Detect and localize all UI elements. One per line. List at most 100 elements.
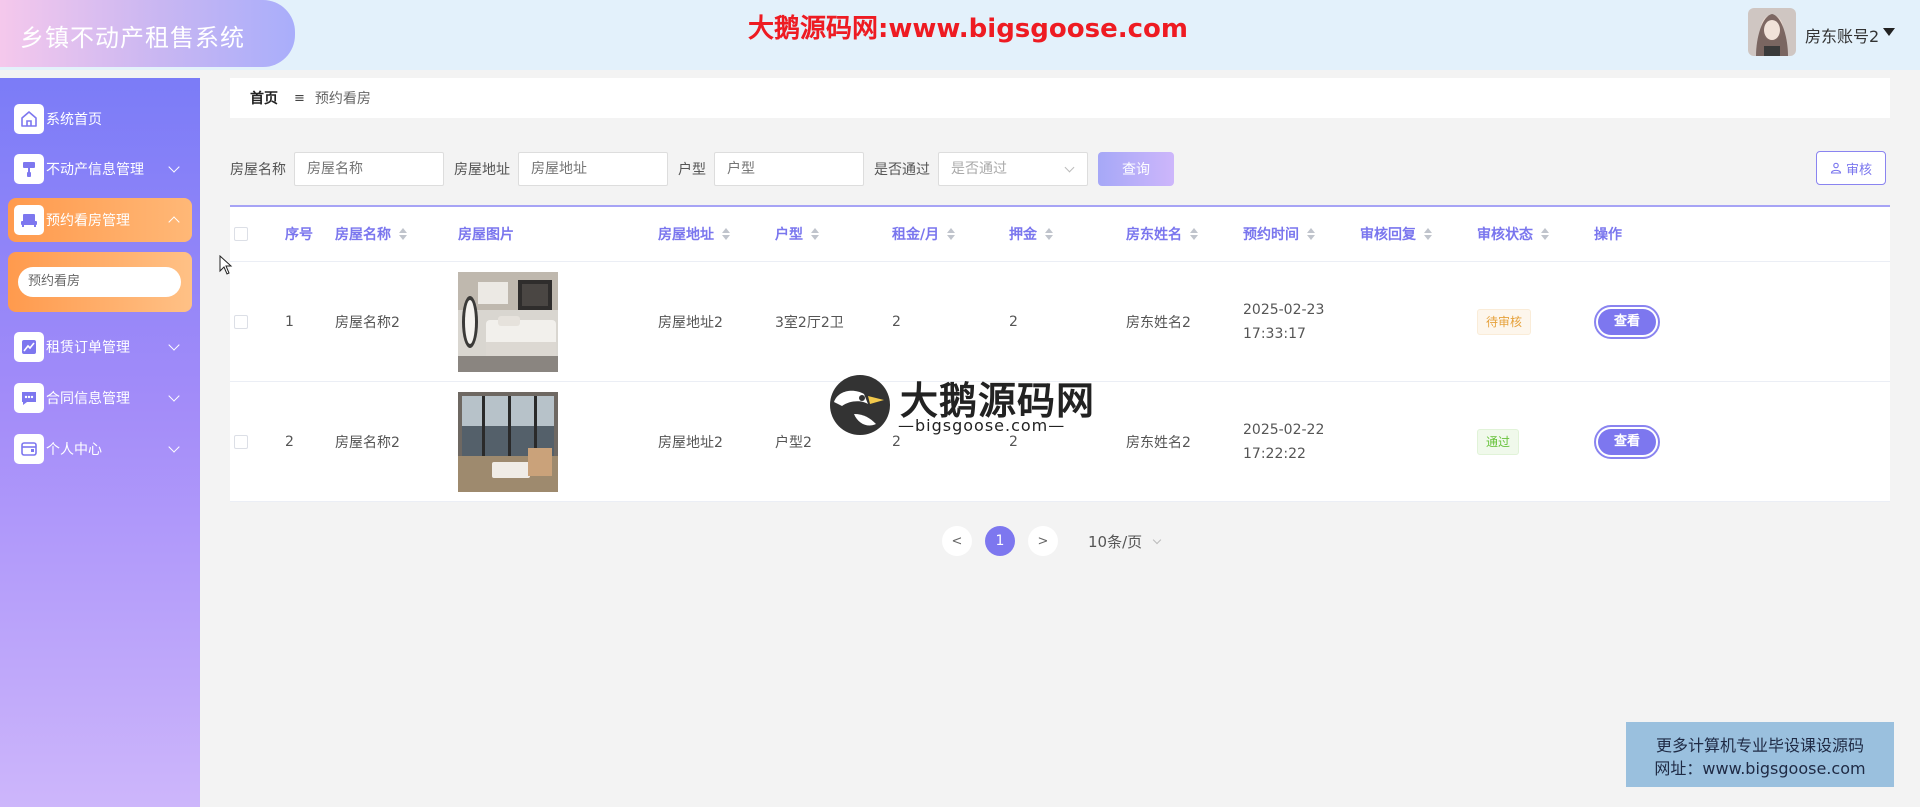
cell-rent: 2: [892, 313, 901, 330]
prev-page-button[interactable]: <: [942, 526, 972, 556]
filter-bar: 房屋名称 房屋地址 户型 是否通过 是否通过 查询: [230, 151, 1174, 187]
column-header-deposit[interactable]: 押金: [1009, 207, 1053, 261]
sidebar-item-home[interactable]: 系统首页: [8, 97, 192, 141]
view-button-label: 查看: [1598, 308, 1656, 335]
table-row: 1 房屋名称2 房屋地址2 3室2厅2卫 2 2 房东姓名2 2025-02-2…: [230, 262, 1890, 382]
chevron-down-icon: [168, 161, 180, 173]
column-header-image: 房屋图片: [458, 227, 514, 243]
select-all-checkbox[interactable]: [234, 227, 248, 241]
chart-icon: [14, 332, 44, 362]
sort-icon: [399, 228, 407, 240]
view-button[interactable]: 查看: [1594, 424, 1660, 459]
house-thumbnail[interactable]: [458, 271, 558, 372]
pagination: < 1 > 10条/页: [942, 526, 1162, 556]
breadcrumb-current: 预约看房: [314, 91, 371, 107]
column-header-index: 序号: [285, 227, 313, 243]
sidebar-item-label: 系统首页: [46, 112, 102, 128]
filter-label-house-name: 房屋名称: [230, 162, 286, 178]
cell-address: 房屋地址2: [658, 314, 723, 331]
house-type-input[interactable]: [714, 152, 864, 186]
watermark-subtitle: —bigsgoose.com—: [898, 416, 1066, 435]
avatar[interactable]: [1748, 8, 1796, 56]
user-name[interactable]: 房东账号2: [1805, 23, 1879, 47]
sort-icon: [1190, 228, 1198, 240]
column-header-reply[interactable]: 审核回复: [1360, 207, 1432, 261]
cell-deposit: 2: [1009, 313, 1018, 330]
column-header-status[interactable]: 审核状态: [1477, 207, 1549, 261]
column-header-type[interactable]: 户型: [775, 207, 819, 261]
column-header-time[interactable]: 预约时间: [1243, 207, 1315, 261]
chat-icon: [14, 383, 44, 413]
status-badge: 通过: [1477, 428, 1520, 455]
cell-index: 2: [285, 433, 294, 450]
sofa-icon: [14, 205, 44, 235]
sidebar-item-viewing-appointment[interactable]: 预约看房管理: [8, 198, 192, 242]
goose-logo-icon: [830, 375, 890, 435]
chevron-down-icon: [1152, 535, 1162, 544]
chevron-down-icon: [168, 390, 180, 402]
cell-index: 1: [285, 313, 294, 330]
sidebar-item-personal-center[interactable]: 个人中心: [8, 427, 192, 471]
view-button[interactable]: 查看: [1594, 304, 1660, 339]
breadcrumb-home[interactable]: 首页: [250, 88, 278, 108]
cell-address: 房屋地址2: [658, 434, 723, 451]
house-address-input[interactable]: [518, 152, 668, 186]
sidebar-item-label: 租赁订单管理: [46, 340, 130, 356]
promo-line-2: 网址：www.bigsgoose.com: [1654, 759, 1866, 778]
sort-icon: [1424, 228, 1432, 240]
chevron-down-icon: [168, 441, 180, 453]
cell-type: 户型2: [775, 434, 812, 451]
paint-roller-icon: [14, 154, 44, 184]
sidebar-item-property-info[interactable]: 不动产信息管理: [8, 147, 192, 191]
column-header-action: 操作: [1594, 227, 1622, 243]
chevron-down-icon: [168, 339, 180, 351]
query-button[interactable]: 查询: [1098, 152, 1174, 186]
chevron-up-icon: [168, 216, 180, 228]
cell-type: 3室2厅2卫: [775, 314, 844, 331]
sidebar-item-label: 不动产信息管理: [46, 162, 144, 178]
column-header-address[interactable]: 房屋地址: [658, 207, 730, 261]
sidebar-item-label: 合同信息管理: [46, 391, 130, 407]
appointments-table: 序号 房屋名称 房屋图片 房屋地址 户型 租金/月 押金 房东姓名 预约时间 审…: [230, 205, 1890, 502]
sort-icon: [811, 228, 819, 240]
row-checkbox[interactable]: [234, 434, 248, 449]
cell-time: 2025-02-23 17:33:17: [1243, 301, 1325, 342]
submenu-container: 预约看房: [8, 252, 192, 312]
page-size-label: 10条/页: [1088, 532, 1143, 551]
table-header: 序号 房屋名称 房屋图片 房屋地址 户型 租金/月 押金 房东姓名 预约时间 审…: [230, 207, 1890, 262]
view-button-label: 查看: [1598, 428, 1656, 455]
top-header: 乡镇不动产租售系统 大鹅源码网:www.bigsgoose.com 房东账号2: [0, 0, 1920, 70]
audit-button-label: 审核: [1845, 162, 1872, 178]
site-banner: 大鹅源码网:www.bigsgoose.com: [748, 14, 1188, 44]
house-thumbnail[interactable]: [458, 391, 558, 492]
chevron-down-icon: [1064, 162, 1075, 173]
sort-icon: [722, 228, 730, 240]
mouse-cursor-icon: [219, 255, 233, 275]
caret-down-icon[interactable]: [1883, 28, 1895, 36]
sidebar-item-rental-orders[interactable]: 租赁订单管理: [8, 325, 192, 369]
sort-icon: [947, 228, 956, 240]
house-name-input[interactable]: [294, 152, 444, 186]
passed-select[interactable]: 是否通过: [938, 152, 1088, 186]
filter-label-house-address: 房屋地址: [454, 162, 510, 178]
cell-time: 2025-02-22 17:22:22: [1243, 421, 1325, 462]
passed-select-placeholder: 是否通过: [951, 161, 1007, 177]
submenu-item-viewing[interactable]: 预约看房: [18, 267, 181, 297]
sort-icon: [1541, 228, 1549, 240]
cell-landlord: 房东姓名2: [1126, 434, 1191, 451]
cell-name: 房屋名称2: [335, 314, 400, 331]
page-number-current[interactable]: 1: [985, 526, 1015, 556]
column-header-landlord[interactable]: 房东姓名: [1126, 207, 1198, 261]
page-size-select[interactable]: 10条/页: [1088, 531, 1162, 552]
breadcrumb: 首页 ≡ 预约看房: [230, 78, 1890, 118]
column-header-name[interactable]: 房屋名称: [335, 207, 407, 261]
row-checkbox[interactable]: [234, 314, 248, 329]
next-page-button[interactable]: >: [1028, 526, 1058, 556]
audit-button[interactable]: 审核: [1816, 151, 1886, 185]
app-title: 乡镇不动产租售系统: [20, 24, 245, 52]
sidebar-item-contracts[interactable]: 合同信息管理: [8, 376, 192, 420]
column-header-rent[interactable]: 租金/月: [892, 207, 956, 261]
menu-lines-icon: ≡: [294, 90, 305, 106]
sort-icon: [1045, 228, 1053, 240]
promo-line-1: 更多计算机专业毕设课设源码: [1655, 736, 1864, 755]
